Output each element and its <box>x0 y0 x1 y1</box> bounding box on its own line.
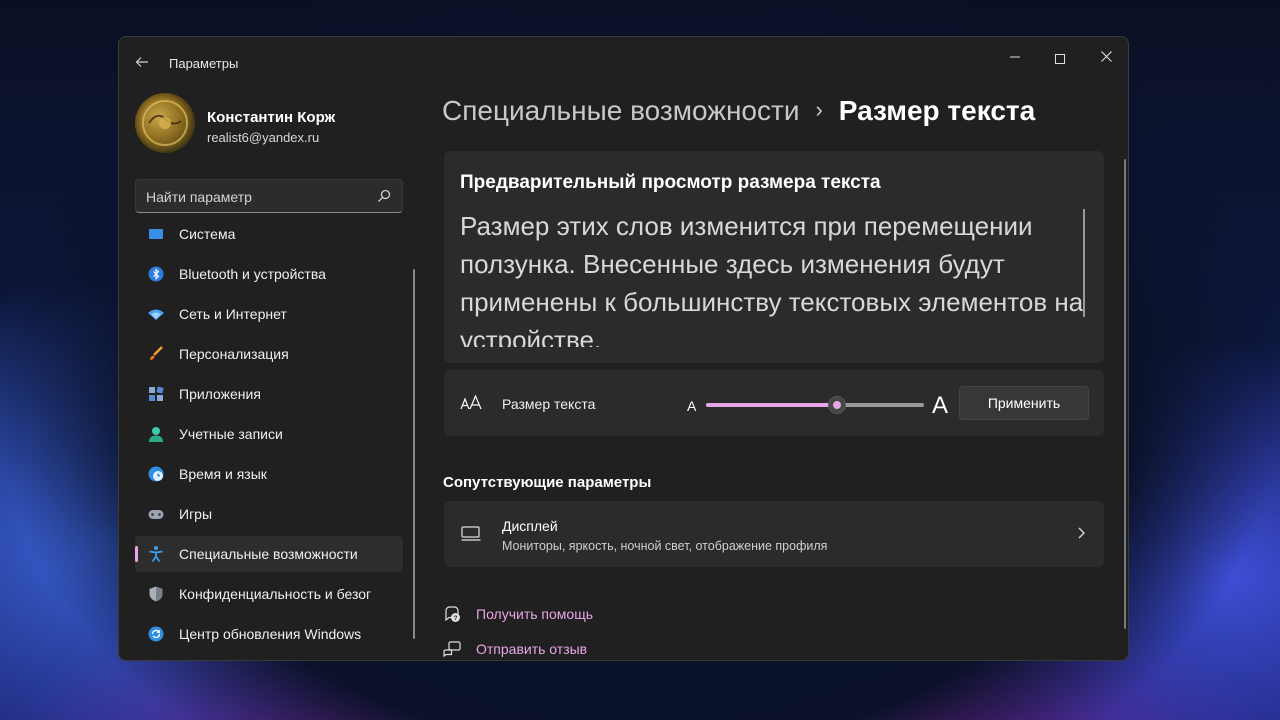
main-scrollbar[interactable] <box>1124 159 1126 629</box>
sidebar-item-label: Специальные возможности <box>179 546 358 562</box>
display-title: Дисплей <box>502 518 558 534</box>
feedback-icon <box>443 641 461 658</box>
sidebar-item-system[interactable]: Система <box>135 225 403 252</box>
text-size-icon <box>460 394 482 410</box>
system-icon <box>149 229 163 239</box>
back-arrow-icon <box>135 57 148 67</box>
app-title: Параметры <box>169 56 239 71</box>
sidebar-scrollbar[interactable] <box>413 269 415 639</box>
display-settings-card[interactable]: Дисплей Мониторы, яркость, ночной свет, … <box>444 501 1104 567</box>
search-icon <box>378 189 391 202</box>
help-icon: ? <box>445 606 460 622</box>
sidebar-item-network[interactable]: Сеть и Интернет <box>135 296 403 332</box>
sidebar-item-accessibility[interactable]: Специальные возможности <box>135 536 403 572</box>
display-subtitle: Мониторы, яркость, ночной свет, отображе… <box>502 539 828 553</box>
wifi-icon <box>148 309 164 320</box>
sidebar-item-privacy[interactable]: Конфиденциальность и безог <box>135 576 403 612</box>
slider-min-label: A <box>687 398 697 414</box>
sidebar-item-label: Система <box>179 226 236 242</box>
sidebar-item-gaming[interactable]: Игры <box>135 496 403 532</box>
accessibility-icon <box>149 546 163 563</box>
sidebar-item-time-language[interactable]: Время и язык <box>135 456 403 492</box>
search-input[interactable]: Найти параметр <box>135 179 403 213</box>
minimize-icon <box>1010 56 1020 58</box>
profile-name: Константин Корж <box>207 109 336 126</box>
monitor-icon <box>461 526 481 541</box>
sidebar-item-label: Игры <box>179 506 213 522</box>
gamepad-icon <box>148 510 164 519</box>
chevron-right-icon <box>1078 527 1085 539</box>
related-settings-heading: Сопутствующие параметры <box>443 474 652 491</box>
sidebar-item-label: Персонализация <box>179 346 289 362</box>
preview-scrollbar[interactable] <box>1083 209 1085 317</box>
brush-icon <box>150 346 163 360</box>
sidebar-nav: Система Bluetooth и устройства Сеть и Ин… <box>135 225 403 660</box>
apps-icon <box>149 386 164 401</box>
preview-title: Предварительный просмотр размера текста <box>460 172 881 193</box>
breadcrumb-separator: › <box>815 97 823 122</box>
text-size-label: Размер текста <box>502 396 596 412</box>
sidebar-item-label: Центр обновления Windows <box>179 626 362 642</box>
breadcrumb-parent[interactable]: Специальные возможности <box>442 95 799 126</box>
send-feedback-label: Отправить отзыв <box>476 641 588 657</box>
sidebar-item-label: Сеть и Интернет <box>179 306 287 322</box>
avatar <box>135 93 195 153</box>
slider-fill <box>706 403 837 407</box>
account-icon <box>149 427 163 442</box>
sidebar-item-personalization[interactable]: Персонализация <box>135 336 403 372</box>
slider-thumb[interactable] <box>828 396 846 414</box>
title-bar: Параметры <box>119 37 1128 85</box>
slider-max-label: A <box>932 392 949 419</box>
avatar-image <box>142 100 188 146</box>
maximize-button[interactable] <box>1037 43 1083 73</box>
sidebar-item-label: Конфиденциальность и безог <box>179 586 372 602</box>
sidebar-item-bluetooth[interactable]: Bluetooth и устройства <box>135 256 403 292</box>
sidebar-item-label: Учетные записи <box>179 426 283 442</box>
settings-window: Параметры Константин Корж realist6@yande… <box>118 36 1129 661</box>
globe-clock-icon <box>148 466 164 482</box>
sidebar-item-accounts[interactable]: Учетные записи <box>135 416 403 452</box>
svg-text:?: ? <box>454 615 458 622</box>
minimize-button[interactable] <box>992 43 1038 73</box>
text-size-card: Размер текста A A Применить <box>444 370 1104 436</box>
close-button[interactable] <box>1083 43 1128 73</box>
close-icon <box>1100 51 1112 62</box>
maximize-icon <box>1055 53 1065 64</box>
sidebar-item-label: Приложения <box>179 386 261 402</box>
profile-email: realist6@yandex.ru <box>207 130 320 145</box>
back-button[interactable] <box>131 51 153 73</box>
breadcrumb: Специальные возможности › Размер текста <box>442 95 1035 127</box>
search-placeholder: Найти параметр <box>146 189 252 205</box>
preview-text: Размер этих слов изменится при перемещен… <box>460 211 1084 347</box>
page-title: Размер текста <box>838 95 1036 126</box>
sidebar-item-windows-update[interactable]: Центр обновления Windows <box>135 616 403 652</box>
text-size-slider[interactable] <box>706 396 924 414</box>
bluetooth-icon <box>148 266 164 282</box>
update-icon <box>148 626 164 642</box>
get-help-label: Получить помощь <box>476 606 594 622</box>
sidebar-item-label: Время и язык <box>179 466 267 482</box>
apply-button[interactable]: Применить <box>959 386 1089 420</box>
text-preview-card: Предварительный просмотр размера текста … <box>444 151 1104 363</box>
sidebar-item-apps[interactable]: Приложения <box>135 376 403 412</box>
sidebar-item-label: Bluetooth и устройства <box>179 266 326 282</box>
shield-icon <box>149 586 163 602</box>
